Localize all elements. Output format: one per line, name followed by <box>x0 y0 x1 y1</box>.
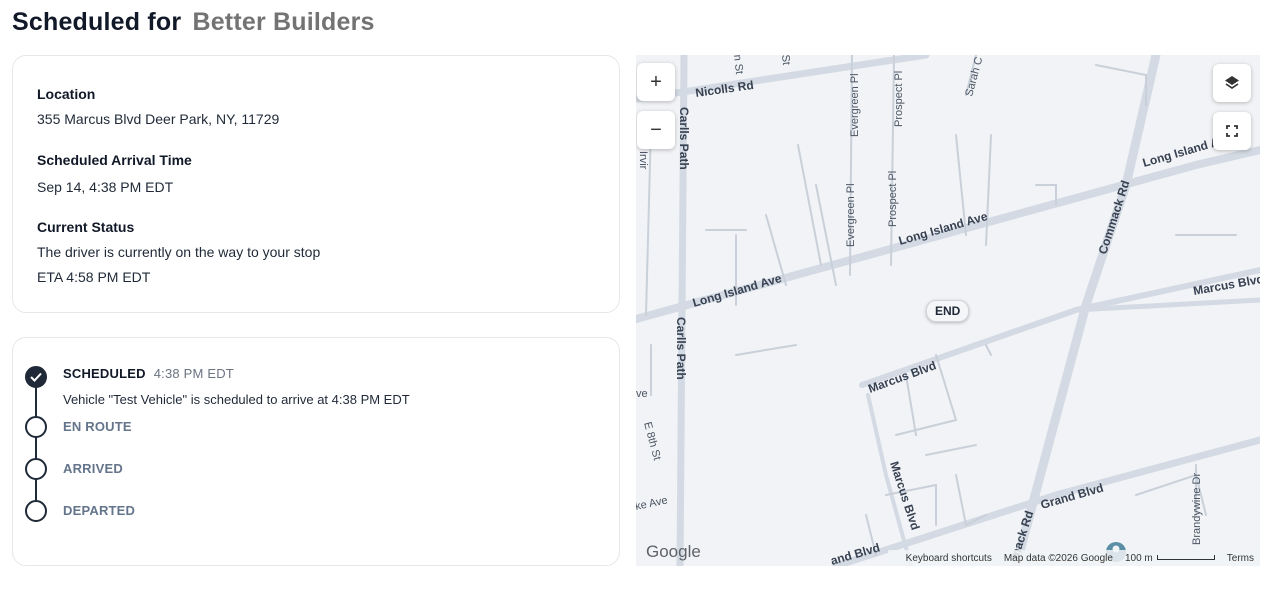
eta-value: ETA 4:58 PM EDT <box>37 269 151 285</box>
road-label-evergreen-1: Evergreen Pl <box>849 73 861 137</box>
step-scheduled-time: 4:38 PM EDT <box>153 366 234 381</box>
fullscreen-icon <box>1226 125 1238 137</box>
road-label-irvin: Irvir <box>637 151 649 170</box>
road-label-carlls-2: Carlls Path <box>674 317 688 380</box>
road-label-ave-2: ke Ave <box>636 494 669 513</box>
road-label-evergreen-2: Evergreen Pl <box>845 183 857 247</box>
step-departed-label: DEPARTED <box>63 503 136 518</box>
road-label-carlls-1: Carlls Path <box>677 107 691 170</box>
step-en-route-label: EN ROUTE <box>63 419 132 434</box>
road-label-prospect-2: Prospect Pl <box>887 171 899 227</box>
road-label-st-1: n St <box>731 55 745 75</box>
map-attribution: Keyboard shortcuts Map data ©2026 Google… <box>887 550 1260 566</box>
road-label-grand: Grand Blvd <box>1039 481 1105 512</box>
step-arrived-label: ARRIVED <box>63 461 123 476</box>
road-label-brandywine: Brandywine Dr <box>1191 473 1203 545</box>
map-view[interactable]: Nicolls Rd Carlls Path Carlls Path Long … <box>636 55 1260 566</box>
zoom-out-button[interactable]: − <box>637 111 675 149</box>
fullscreen-button[interactable] <box>1213 112 1251 150</box>
scale-value: 100 m <box>1124 552 1153 564</box>
page-title: Scheduled for Better Builders <box>12 8 375 37</box>
road-label-nicolls: Nicolls Rd <box>694 78 754 100</box>
map-layers-button[interactable] <box>1213 64 1251 102</box>
page-title-prefix: Scheduled for <box>12 8 182 36</box>
road-label-sarah: Sarah C <box>963 56 985 98</box>
road-label-ave-1: ve <box>636 388 648 400</box>
step-en-route-circle-icon <box>25 416 47 438</box>
step-arrived-circle-icon <box>25 458 47 480</box>
status-section: Current Status The driver is currently o… <box>37 218 320 286</box>
keyboard-shortcuts-link[interactable]: Keyboard shortcuts <box>906 553 992 564</box>
step-scheduled-check-icon <box>25 366 47 388</box>
scale-bar <box>1156 555 1215 561</box>
step-scheduled-label: SCHEDULED 4:38 PM EDT <box>63 366 234 381</box>
scale-label[interactable]: 100 m <box>1125 553 1215 564</box>
arrival-section: Scheduled Arrival Time Sep 14, 4:38 PM E… <box>37 151 192 196</box>
arrival-label: Scheduled Arrival Time <box>37 152 192 168</box>
status-label: Current Status <box>37 219 135 235</box>
road-label-prospect-1: Prospect Pl <box>893 71 905 127</box>
step-scheduled-title: SCHEDULED <box>63 366 146 381</box>
status-value: The driver is currently on the way to yo… <box>37 244 321 260</box>
road-label-long-island-1: Long Island Ave <box>691 271 783 310</box>
location-label: Location <box>37 86 96 102</box>
terms-link[interactable]: Terms <box>1227 553 1254 564</box>
layers-icon <box>1225 76 1239 89</box>
road-label-e8th: E 8th St <box>641 421 663 462</box>
arrival-value: Sep 14, 4:38 PM EDT <box>37 179 174 195</box>
location-section: Location 355 Marcus Blvd Deer Park, NY, … <box>37 85 279 128</box>
google-logo: Google <box>646 542 701 561</box>
road-label-st-2: St <box>779 55 792 66</box>
location-value: 355 Marcus Blvd Deer Park, NY, 11729 <box>37 111 280 127</box>
zoom-in-button[interactable]: + <box>637 63 675 101</box>
timeline-connector <box>35 376 37 510</box>
step-scheduled-description: Vehicle "Test Vehicle" is scheduled to a… <box>63 392 410 407</box>
company-name: Better Builders <box>192 8 375 36</box>
end-marker[interactable]: END <box>926 300 970 322</box>
map-data-text: Map data ©2026 Google <box>1003 552 1113 564</box>
step-departed-circle-icon <box>25 500 47 522</box>
stop-info-card: Location 355 Marcus Blvd Deer Park, NY, … <box>12 55 620 313</box>
